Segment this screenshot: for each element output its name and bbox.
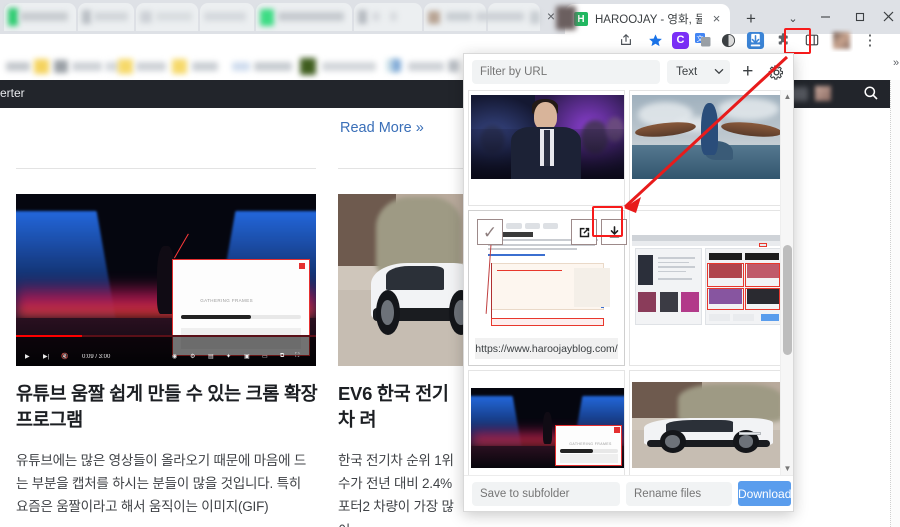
browser-window: × H HAROOJAY - 영화, 뮬 × + ⌄ C 文 ⋮ erter R… [0, 0, 900, 527]
image-cell[interactable] [629, 90, 786, 206]
scroll-up-arrow-icon[interactable]: ▲ [781, 90, 793, 103]
site-navbar-label: erter [0, 86, 25, 100]
article-excerpt: 유튜브에는 많은 영상들이 올라오기 때문에 마음에 드는 부분을 캡처를 하시… [16, 453, 307, 515]
image-url-label: https://www.haroojayblog.com/ [475, 338, 618, 359]
scrollbar-thumb[interactable] [783, 245, 792, 355]
chevron-down-icon [714, 66, 724, 78]
bookmarks-bar[interactable] [0, 53, 467, 80]
filter-by-url-input[interactable] [472, 60, 661, 84]
image-cell[interactable] [629, 370, 786, 477]
article-image-ev6[interactable] [338, 194, 464, 366]
image-cell[interactable] [629, 210, 786, 366]
dark-circle-extension-icon[interactable] [716, 28, 740, 52]
article-title[interactable]: 유튜브 움짤 쉽게 만들 수 있는 크롬 확장 프로그램 [16, 381, 318, 434]
article-title[interactable]: EV6 한국 전기차 려 [338, 381, 464, 434]
article-excerpt: 한국 전기차 순위 1위 수가 전년 대비 2.4% 포터2 차량이 가장 많이 [338, 453, 454, 527]
bookmark-star-icon[interactable] [643, 28, 667, 52]
read-more-link[interactable]: Read More » [340, 120, 424, 136]
thumbnail-youtube-screenshot: GATHERING FRAMES [471, 388, 624, 468]
thumbnail-john-wick [471, 95, 624, 179]
extension-icon-highlight [784, 28, 811, 54]
active-tab-close-icon[interactable]: × [709, 11, 724, 27]
background-tabs-group[interactable] [0, 3, 565, 33]
popup-header: Text + [464, 54, 793, 90]
thumbnail-ev6-car [632, 382, 785, 468]
image-select-checkbox[interactable]: ✓ [477, 219, 503, 245]
popup-scrollbar[interactable]: ▲ ▼ [780, 90, 793, 475]
image-results-grid: ✓ https://www.haroojayblog.com/ GATHERIN… [464, 90, 793, 477]
article-image-youtube[interactable]: GATHERING FRAMES ▶ ▶| 🔇 0:09 / 3:00 ◉ ⚙ … [16, 194, 316, 366]
add-filter-button[interactable]: + [737, 61, 759, 83]
tab-title: HAROOJAY - 영화, 뮬 [595, 14, 702, 26]
image-downloader-extension-icon[interactable] [745, 30, 766, 51]
image-cell[interactable]: GATHERING FRAMES [468, 370, 625, 477]
download-button[interactable]: Download [738, 481, 792, 506]
tab-favicon: H [574, 12, 588, 26]
toolbar-icon-group: C 文 ⋮ [614, 26, 882, 54]
youtube-player-screenshot: GATHERING FRAMES ▶ ▶| 🔇 0:09 / 3:00 ◉ ⚙ … [16, 194, 316, 366]
car-photo [338, 194, 464, 366]
type-select-value: Text [676, 66, 698, 78]
translate-extension-icon[interactable]: 文 [694, 32, 711, 49]
thumbnail-browser-screenshot [632, 235, 785, 327]
thumbnail-avatar-movie [632, 95, 785, 179]
save-to-subfolder-input[interactable] [472, 481, 620, 506]
popup-footer: Download [464, 475, 793, 511]
share-icon[interactable] [614, 28, 638, 52]
coupang-extension-icon[interactable]: C [672, 31, 689, 49]
check-icon: ✓ [482, 222, 498, 242]
chrome-menu-icon[interactable]: ⋮ [858, 28, 882, 52]
gear-icon[interactable] [766, 61, 788, 83]
profile-avatar[interactable] [829, 28, 853, 52]
overflow-chevron-icon[interactable]: » [893, 57, 899, 69]
search-icon[interactable] [862, 85, 880, 103]
rename-files-input[interactable] [626, 481, 732, 506]
page-scrollbar[interactable] [890, 80, 900, 527]
download-icon-highlight [592, 206, 623, 237]
image-cell[interactable] [468, 90, 625, 206]
scroll-down-arrow-icon[interactable]: ▼ [781, 462, 793, 475]
image-downloader-popup: Text + [463, 53, 794, 512]
type-select[interactable]: Text [667, 60, 730, 84]
